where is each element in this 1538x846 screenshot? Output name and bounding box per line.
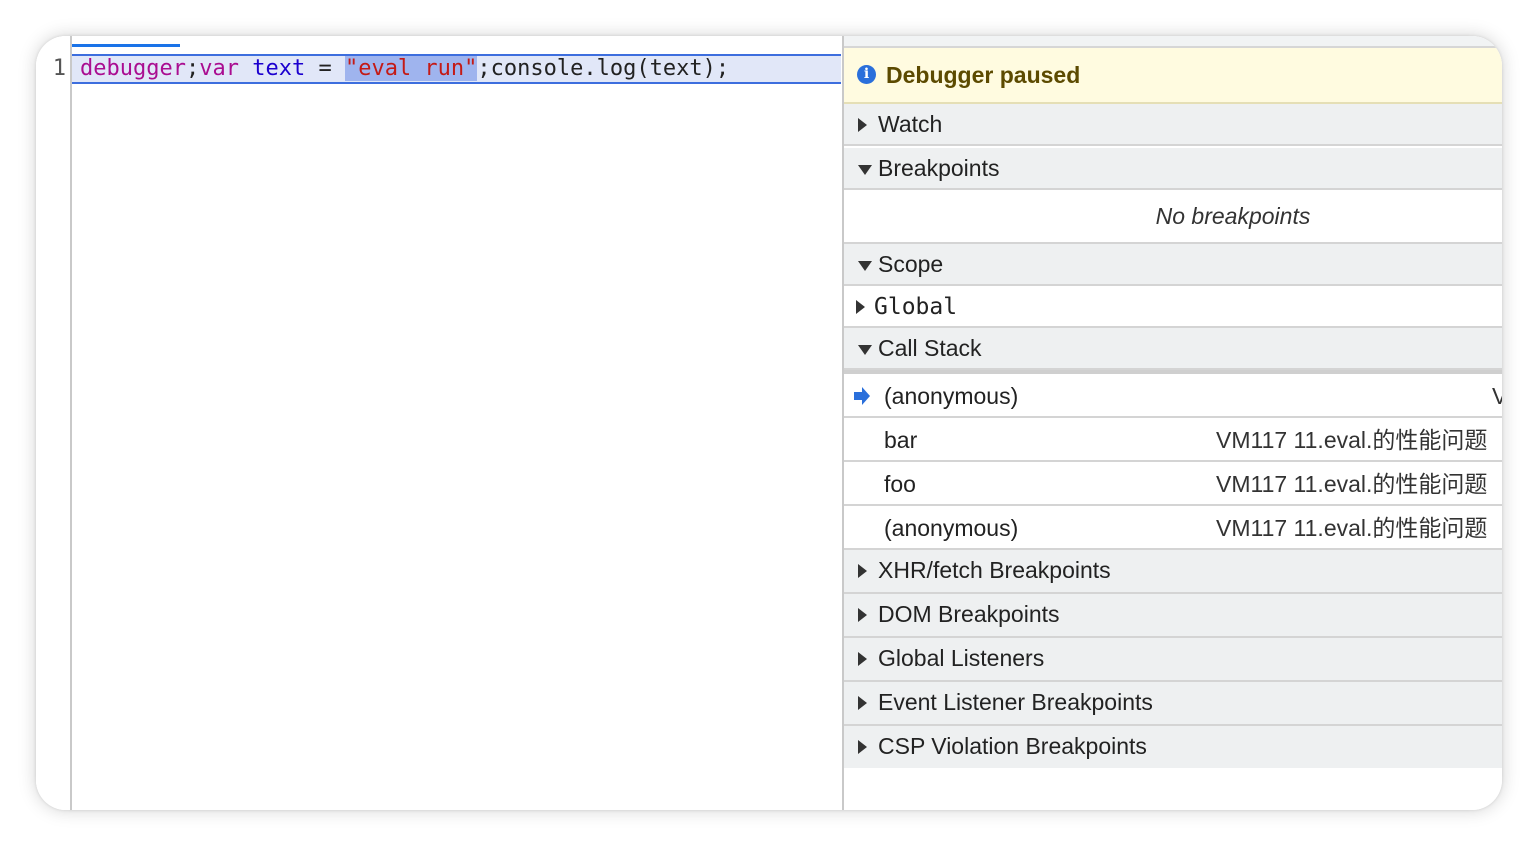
code-token-string: "eval run" [344, 56, 478, 81]
section-event-listener-breakpoints[interactable]: Event Listener Breakpoints [844, 682, 1502, 726]
section-watch[interactable]: Watch [844, 104, 1502, 146]
call-frame-name: (anonymous) [884, 515, 1019, 541]
section-label: Global Listeners [878, 645, 1045, 671]
current-frame-arrow-icon [854, 387, 870, 405]
section-label: CSP Violation Breakpoints [878, 733, 1147, 759]
call-frame-location[interactable]: V [1492, 382, 1502, 410]
call-frame-location[interactable]: VM117 11.eval.的性能问题 [1216, 426, 1487, 454]
section-label: Event Listener Breakpoints [878, 689, 1153, 715]
code-line-1[interactable]: debugger;var text = "eval run";console.l… [72, 54, 841, 84]
call-frame-location[interactable]: VM117 11.eval.的性能问题 [1216, 470, 1487, 498]
section-label: Watch [878, 111, 943, 137]
call-frame-name: foo [884, 471, 916, 497]
call-frame-name: bar [884, 427, 918, 453]
call-frame[interactable]: (anonymous) VM117 11.eval.的性能问题 [844, 506, 1502, 550]
devtools-window: 1 debugger;var text = "eval run";console… [36, 36, 1502, 810]
scope-global[interactable]: Global [844, 286, 1502, 328]
section-label: Scope [878, 251, 944, 277]
collapse-triangle-icon [858, 345, 872, 355]
section-dom-breakpoints[interactable]: DOM Breakpoints [844, 594, 1502, 638]
section-xhr-fetch-breakpoints[interactable]: XHR/fetch Breakpoints [844, 550, 1502, 594]
debugger-paused-banner: i Debugger paused [844, 48, 1502, 104]
code-token-operator: = [318, 56, 345, 81]
expand-triangle-icon [858, 118, 867, 132]
code-editor[interactable]: 1 debugger;var text = "eval run";console… [36, 36, 843, 810]
sidebar-toolbar [844, 36, 1502, 48]
section-call-stack[interactable]: Call Stack [844, 328, 1502, 370]
call-frame-name: (anonymous) [884, 383, 1019, 409]
expand-triangle-icon [858, 740, 867, 754]
section-csp-violation-breakpoints[interactable]: CSP Violation Breakpoints [844, 726, 1502, 768]
section-label: Breakpoints [878, 155, 1000, 181]
expand-triangle-icon [858, 696, 867, 710]
expand-triangle-icon [856, 300, 865, 314]
call-frame[interactable]: foo VM117 11.eval.的性能问题 [844, 462, 1502, 506]
section-global-listeners[interactable]: Global Listeners [844, 638, 1502, 682]
code-token-keyword: debugger [80, 56, 186, 81]
expand-triangle-icon [858, 564, 867, 578]
info-icon: i [857, 65, 876, 84]
no-breakpoints-text: No breakpoints [1155, 203, 1311, 229]
call-frame-location[interactable]: VM117 11.eval.的性能问题 [1216, 514, 1487, 542]
code-token-keyword: var [199, 56, 239, 81]
call-frame[interactable]: (anonymous) V [844, 374, 1502, 418]
section-breakpoints[interactable]: Breakpoints [844, 148, 1502, 190]
paused-message: Debugger paused [886, 62, 1081, 88]
scope-global-label: Global [874, 294, 958, 320]
code-token-punctuation: ; [185, 56, 200, 81]
call-frame[interactable]: bar VM117 11.eval.的性能问题 [844, 418, 1502, 462]
debugger-sidebar: i Debugger paused Watch Breakpoints No b… [844, 36, 1502, 810]
line-number[interactable]: 1 [36, 55, 66, 83]
expand-triangle-icon [858, 608, 867, 622]
section-label: XHR/fetch Breakpoints [878, 557, 1111, 583]
section-label: Call Stack [878, 335, 982, 361]
collapse-triangle-icon [858, 261, 872, 271]
line-gutter: 1 [36, 36, 72, 810]
collapse-triangle-icon [858, 165, 872, 175]
section-label: DOM Breakpoints [878, 601, 1060, 627]
section-scope[interactable]: Scope [844, 244, 1502, 286]
breakpoints-empty: No breakpoints [844, 190, 1502, 244]
code-token-identifier: text [238, 56, 319, 81]
expand-triangle-icon [858, 652, 867, 666]
code-token-plain: ;console.log(text); [477, 56, 730, 81]
